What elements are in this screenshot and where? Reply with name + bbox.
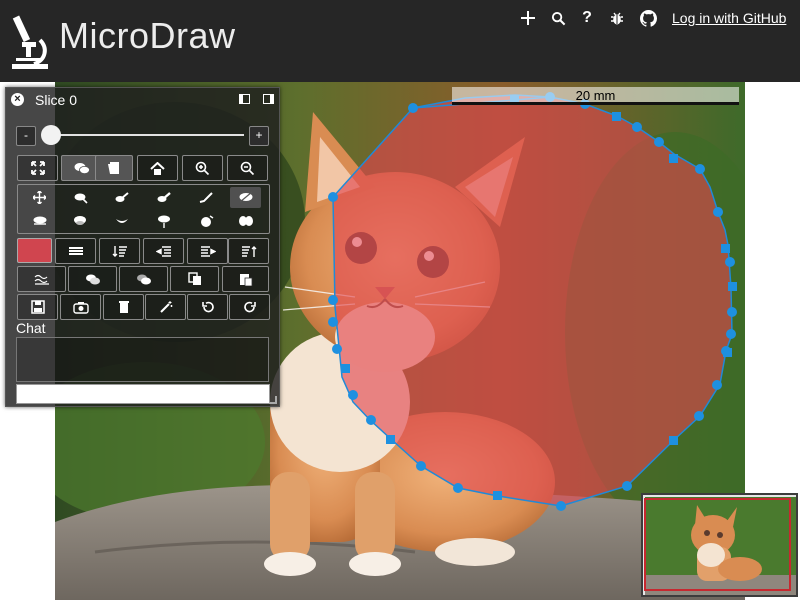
comments-icon bbox=[74, 162, 90, 174]
copy-button[interactable] bbox=[170, 266, 219, 292]
navigate-tool[interactable] bbox=[24, 187, 55, 208]
region-color-swatch[interactable] bbox=[17, 238, 52, 263]
pencil-icon bbox=[115, 191, 129, 202]
panel-resize-handle[interactable] bbox=[269, 396, 277, 404]
draw-polygon-tool[interactable] bbox=[148, 187, 179, 208]
zoom-in-icon bbox=[195, 161, 210, 175]
select-region-tool[interactable] bbox=[65, 187, 96, 208]
search-icon[interactable] bbox=[548, 8, 568, 28]
select-icon bbox=[74, 193, 88, 204]
toggle-tool[interactable] bbox=[230, 210, 261, 231]
zoom-in-tool-button[interactable] bbox=[182, 155, 223, 181]
microscope-logo-icon bbox=[12, 15, 48, 69]
split-region-icon bbox=[157, 215, 170, 228]
zoom-out-tool-button[interactable] bbox=[227, 155, 268, 181]
scale-bar-label: 20 mm bbox=[575, 88, 616, 103]
fullscreen-button[interactable] bbox=[17, 155, 58, 181]
add-point-icon bbox=[239, 191, 252, 203]
login-github-link[interactable]: Log in with GitHub bbox=[672, 10, 786, 26]
home-button[interactable] bbox=[137, 155, 178, 181]
add-region-icon bbox=[73, 216, 86, 225]
union-button[interactable] bbox=[68, 266, 117, 292]
draw-tool[interactable] bbox=[106, 187, 137, 208]
chat-log bbox=[16, 337, 269, 382]
chat-input[interactable] bbox=[16, 384, 270, 404]
indent-left-button[interactable] bbox=[143, 238, 184, 264]
home-icon bbox=[150, 161, 165, 175]
simplify-tool[interactable] bbox=[190, 187, 221, 208]
layers-icon bbox=[68, 247, 83, 255]
app-title: MicroDraw bbox=[59, 15, 236, 56]
indent-right-button[interactable] bbox=[187, 238, 228, 264]
intersect-button[interactable] bbox=[119, 266, 168, 292]
delete-point-tool[interactable] bbox=[24, 210, 55, 231]
indent-right-icon bbox=[200, 245, 216, 257]
delete-point-icon bbox=[33, 216, 46, 225]
brush-icon bbox=[199, 191, 213, 203]
magic-wand-icon bbox=[159, 301, 172, 313]
magic-wand-button[interactable] bbox=[145, 294, 186, 320]
slice-slider-track[interactable] bbox=[46, 134, 244, 136]
subtract-region-tool[interactable] bbox=[106, 210, 137, 231]
redo-button[interactable] bbox=[229, 294, 270, 320]
camera-icon bbox=[72, 301, 89, 314]
chat-label: Chat bbox=[16, 320, 46, 336]
help-icon[interactable]: ? bbox=[577, 8, 597, 28]
zoom-in-button[interactable]: + bbox=[249, 126, 269, 146]
bug-icon[interactable] bbox=[607, 8, 627, 28]
dock-left-icon[interactable] bbox=[239, 94, 250, 104]
drawing-tools-group bbox=[17, 184, 270, 234]
pen-icon bbox=[157, 191, 171, 202]
header-bar: MicroDraw ? Log in with GitHub bbox=[0, 0, 800, 82]
undo-icon bbox=[201, 301, 214, 313]
panel-title: Slice 0 bbox=[35, 92, 78, 108]
trash-icon bbox=[118, 301, 129, 313]
notes-button[interactable] bbox=[95, 155, 133, 181]
slice-slider-thumb[interactable] bbox=[41, 125, 61, 145]
subtract-region-icon bbox=[115, 218, 128, 223]
sort-up-icon bbox=[241, 245, 256, 257]
flip-icon bbox=[200, 214, 213, 227]
scale-bar: 20 mm bbox=[452, 87, 739, 105]
intersect-icon bbox=[136, 274, 151, 285]
split-region-tool[interactable] bbox=[148, 210, 179, 231]
leaf-icon bbox=[238, 215, 253, 226]
save-button[interactable] bbox=[17, 294, 58, 320]
close-panel-icon[interactable]: × bbox=[11, 93, 24, 106]
move-icon bbox=[33, 191, 46, 204]
sort-down-button[interactable] bbox=[99, 238, 140, 264]
zoom-out-icon bbox=[240, 161, 255, 175]
save-icon bbox=[30, 300, 45, 314]
screenshot-button[interactable] bbox=[60, 294, 101, 320]
add-point-tool[interactable] bbox=[230, 187, 261, 208]
wave-icon bbox=[34, 274, 49, 285]
sort-down-icon bbox=[112, 245, 127, 257]
plus-icon[interactable] bbox=[518, 8, 538, 28]
dock-right-icon[interactable] bbox=[263, 94, 274, 104]
github-icon[interactable] bbox=[638, 8, 658, 28]
fullscreen-icon bbox=[30, 161, 45, 175]
union-icon bbox=[85, 274, 100, 285]
sort-up-button[interactable] bbox=[228, 238, 269, 264]
indent-left-icon bbox=[155, 245, 171, 257]
delete-button[interactable] bbox=[103, 294, 144, 320]
add-region-tool[interactable] bbox=[65, 210, 96, 231]
copy-icon bbox=[187, 272, 201, 285]
scroll-icon bbox=[108, 161, 119, 174]
undo-button[interactable] bbox=[187, 294, 228, 320]
flip-region-tool[interactable] bbox=[190, 210, 221, 231]
navigator-minimap[interactable] bbox=[641, 493, 798, 597]
redo-icon bbox=[243, 301, 256, 313]
paste-icon bbox=[239, 274, 252, 286]
paste-button[interactable] bbox=[222, 266, 269, 292]
tools-panel[interactable]: × Slice 0 - + Chat bbox=[5, 87, 280, 407]
zoom-out-button[interactable]: - bbox=[16, 126, 36, 146]
smooth-button[interactable] bbox=[17, 266, 66, 292]
navigator-viewport-region[interactable] bbox=[644, 498, 791, 591]
layers-button[interactable] bbox=[55, 238, 96, 264]
